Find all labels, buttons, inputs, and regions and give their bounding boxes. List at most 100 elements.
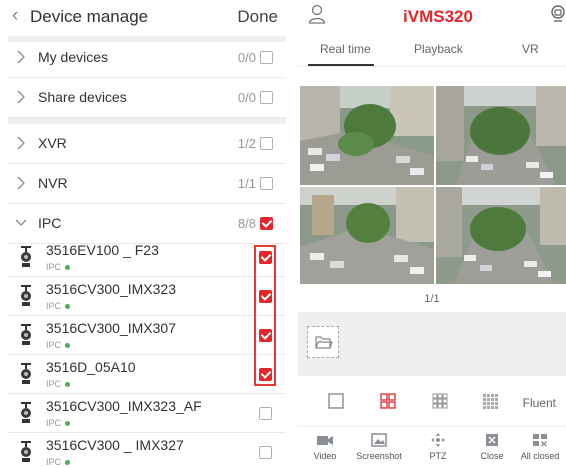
- direction-pad-icon: [431, 433, 445, 447]
- device-row[interactable]: 3516CV300_IMX307 IPC: [8, 316, 286, 355]
- ptz-button[interactable]: PTZ: [408, 433, 468, 461]
- group-name: My devices: [38, 49, 109, 65]
- layout-1-icon[interactable]: [328, 393, 344, 409]
- device-row[interactable]: 3516EV100 _ F23 IPC: [8, 238, 286, 277]
- device-name: 3516CV300_IMX323_AF: [46, 398, 202, 414]
- device-manage-header: ‹ Device manage Done: [0, 0, 286, 36]
- open-folder-button[interactable]: [307, 326, 339, 358]
- camera-frame-image: [300, 86, 434, 185]
- device-group-row[interactable]: NVR 1/1: [8, 164, 286, 204]
- device-row[interactable]: 3516CV300_IMX323_AF IPC: [8, 394, 286, 433]
- group-checkbox[interactable]: [260, 177, 273, 190]
- done-button[interactable]: Done: [237, 7, 278, 27]
- camera-feed-4[interactable]: [436, 187, 566, 284]
- device-type: IPC: [46, 418, 62, 428]
- online-status-dot: [65, 421, 70, 426]
- device-row[interactable]: 3516CV300 _ IMX327 IPC: [8, 433, 286, 468]
- device-group-row[interactable]: Share devices 0/0: [8, 78, 286, 118]
- device-checkbox[interactable]: [259, 407, 272, 420]
- service-icon[interactable]: [550, 4, 566, 24]
- chevron-down-icon: [15, 219, 27, 226]
- page-title: Device manage: [30, 7, 149, 26]
- online-status-dot: [65, 265, 70, 270]
- device-type: IPC: [46, 340, 62, 350]
- device-type: IPC: [46, 379, 62, 389]
- camera-icon: [21, 324, 31, 345]
- camera-icon: [21, 285, 31, 306]
- page-indicator: 1/1: [424, 293, 440, 305]
- chevron-right-icon: [17, 176, 25, 190]
- tab-real-time[interactable]: Real time: [320, 42, 371, 56]
- camera-frame-image: [300, 187, 434, 284]
- all-closed-button-label: All closed: [520, 451, 560, 461]
- device-name: 3516CV300_IMX307: [46, 320, 176, 336]
- video-camera-icon: [317, 436, 333, 445]
- user-icon[interactable]: [308, 4, 326, 24]
- layout-9-icon[interactable]: [432, 393, 448, 409]
- close-window-icon: [486, 434, 498, 446]
- online-status-dot: [65, 460, 70, 465]
- back-chevron-icon[interactable]: ‹: [12, 5, 18, 27]
- chevron-right-icon: [17, 136, 25, 150]
- group-count: 0/0: [237, 50, 256, 65]
- tab-playback[interactable]: Playback: [414, 42, 463, 56]
- chevron-right-icon: [17, 50, 25, 64]
- group-count: 1/2: [237, 136, 256, 151]
- group-name: NVR: [38, 175, 68, 191]
- app-brand-title: iVMS320: [403, 7, 473, 26]
- layout-16-icon[interactable]: [482, 393, 498, 409]
- live-view-panel: iVMS320 Real time Playback VR 1/1 Fluent…: [298, 0, 566, 468]
- group-checkbox[interactable]: [260, 51, 273, 64]
- online-status-dot: [65, 304, 70, 309]
- all-closed-button[interactable]: All closed: [510, 433, 566, 461]
- device-name: 3516CV300 _ IMX327: [46, 437, 184, 453]
- group-checkbox[interactable]: [260, 217, 273, 230]
- device-name: 3516CV300_IMX323: [46, 281, 176, 297]
- stream-quality-button[interactable]: Fluent: [523, 396, 556, 410]
- device-type: IPC: [46, 262, 62, 272]
- device-manage-panel: ‹ Device manage Done My devices 0/0 Share …: [0, 0, 286, 468]
- camera-icon: [21, 441, 31, 462]
- camera-frame-image: [436, 187, 566, 284]
- view-tabs: Real time Playback VR: [298, 34, 566, 66]
- camera-icon: [21, 246, 31, 267]
- layout-bar: Fluent: [298, 376, 566, 426]
- online-status-dot: [65, 343, 70, 348]
- chevron-right-icon: [17, 90, 25, 104]
- bottom-toolbar: Video Screenshot PTZ Close All closed: [298, 426, 566, 468]
- camera-icon: [21, 402, 31, 423]
- app-header: iVMS320: [298, 0, 566, 34]
- camera-feed-1[interactable]: [300, 86, 434, 185]
- device-checkbox[interactable]: [259, 446, 272, 459]
- camera-frame-image: [436, 86, 566, 185]
- device-row[interactable]: 3516D_05A10 IPC: [8, 355, 286, 394]
- screenshot-button-label: Screenshot: [356, 451, 402, 461]
- camera-icon: [21, 363, 31, 384]
- close-all-icon: [533, 434, 547, 447]
- divider: [298, 66, 566, 67]
- device-row[interactable]: 3516CV300_IMX323 IPC: [8, 277, 286, 316]
- group-count: 8/8: [237, 216, 256, 231]
- video-button-label: Video: [313, 451, 337, 461]
- device-name: 3516D_05A10: [46, 359, 136, 375]
- online-status-dot: [65, 382, 70, 387]
- device-name: 3516EV100 _ F23: [46, 242, 159, 258]
- tab-vr[interactable]: VR: [522, 42, 539, 56]
- screenshot-button[interactable]: Screenshot: [349, 433, 409, 461]
- recent-files-area: [298, 312, 566, 376]
- layout-4-icon[interactable]: [380, 393, 396, 409]
- group-count: 0/0: [237, 90, 256, 105]
- video-button[interactable]: Video: [298, 433, 355, 461]
- group-checkbox[interactable]: [260, 137, 273, 150]
- device-group-row[interactable]: XVR 1/2: [8, 124, 286, 164]
- group-checkbox[interactable]: [260, 91, 273, 104]
- selection-highlight-box: [254, 245, 276, 386]
- camera-feed-3[interactable]: [300, 187, 434, 284]
- ptz-button-label: PTZ: [429, 451, 447, 461]
- camera-feed-2[interactable]: [436, 86, 566, 185]
- device-group-row[interactable]: My devices 0/0: [8, 38, 286, 78]
- image-icon: [371, 433, 387, 447]
- group-count: 1/1: [237, 176, 256, 191]
- camera-grid: [298, 86, 566, 284]
- group-name: Share devices: [38, 89, 127, 105]
